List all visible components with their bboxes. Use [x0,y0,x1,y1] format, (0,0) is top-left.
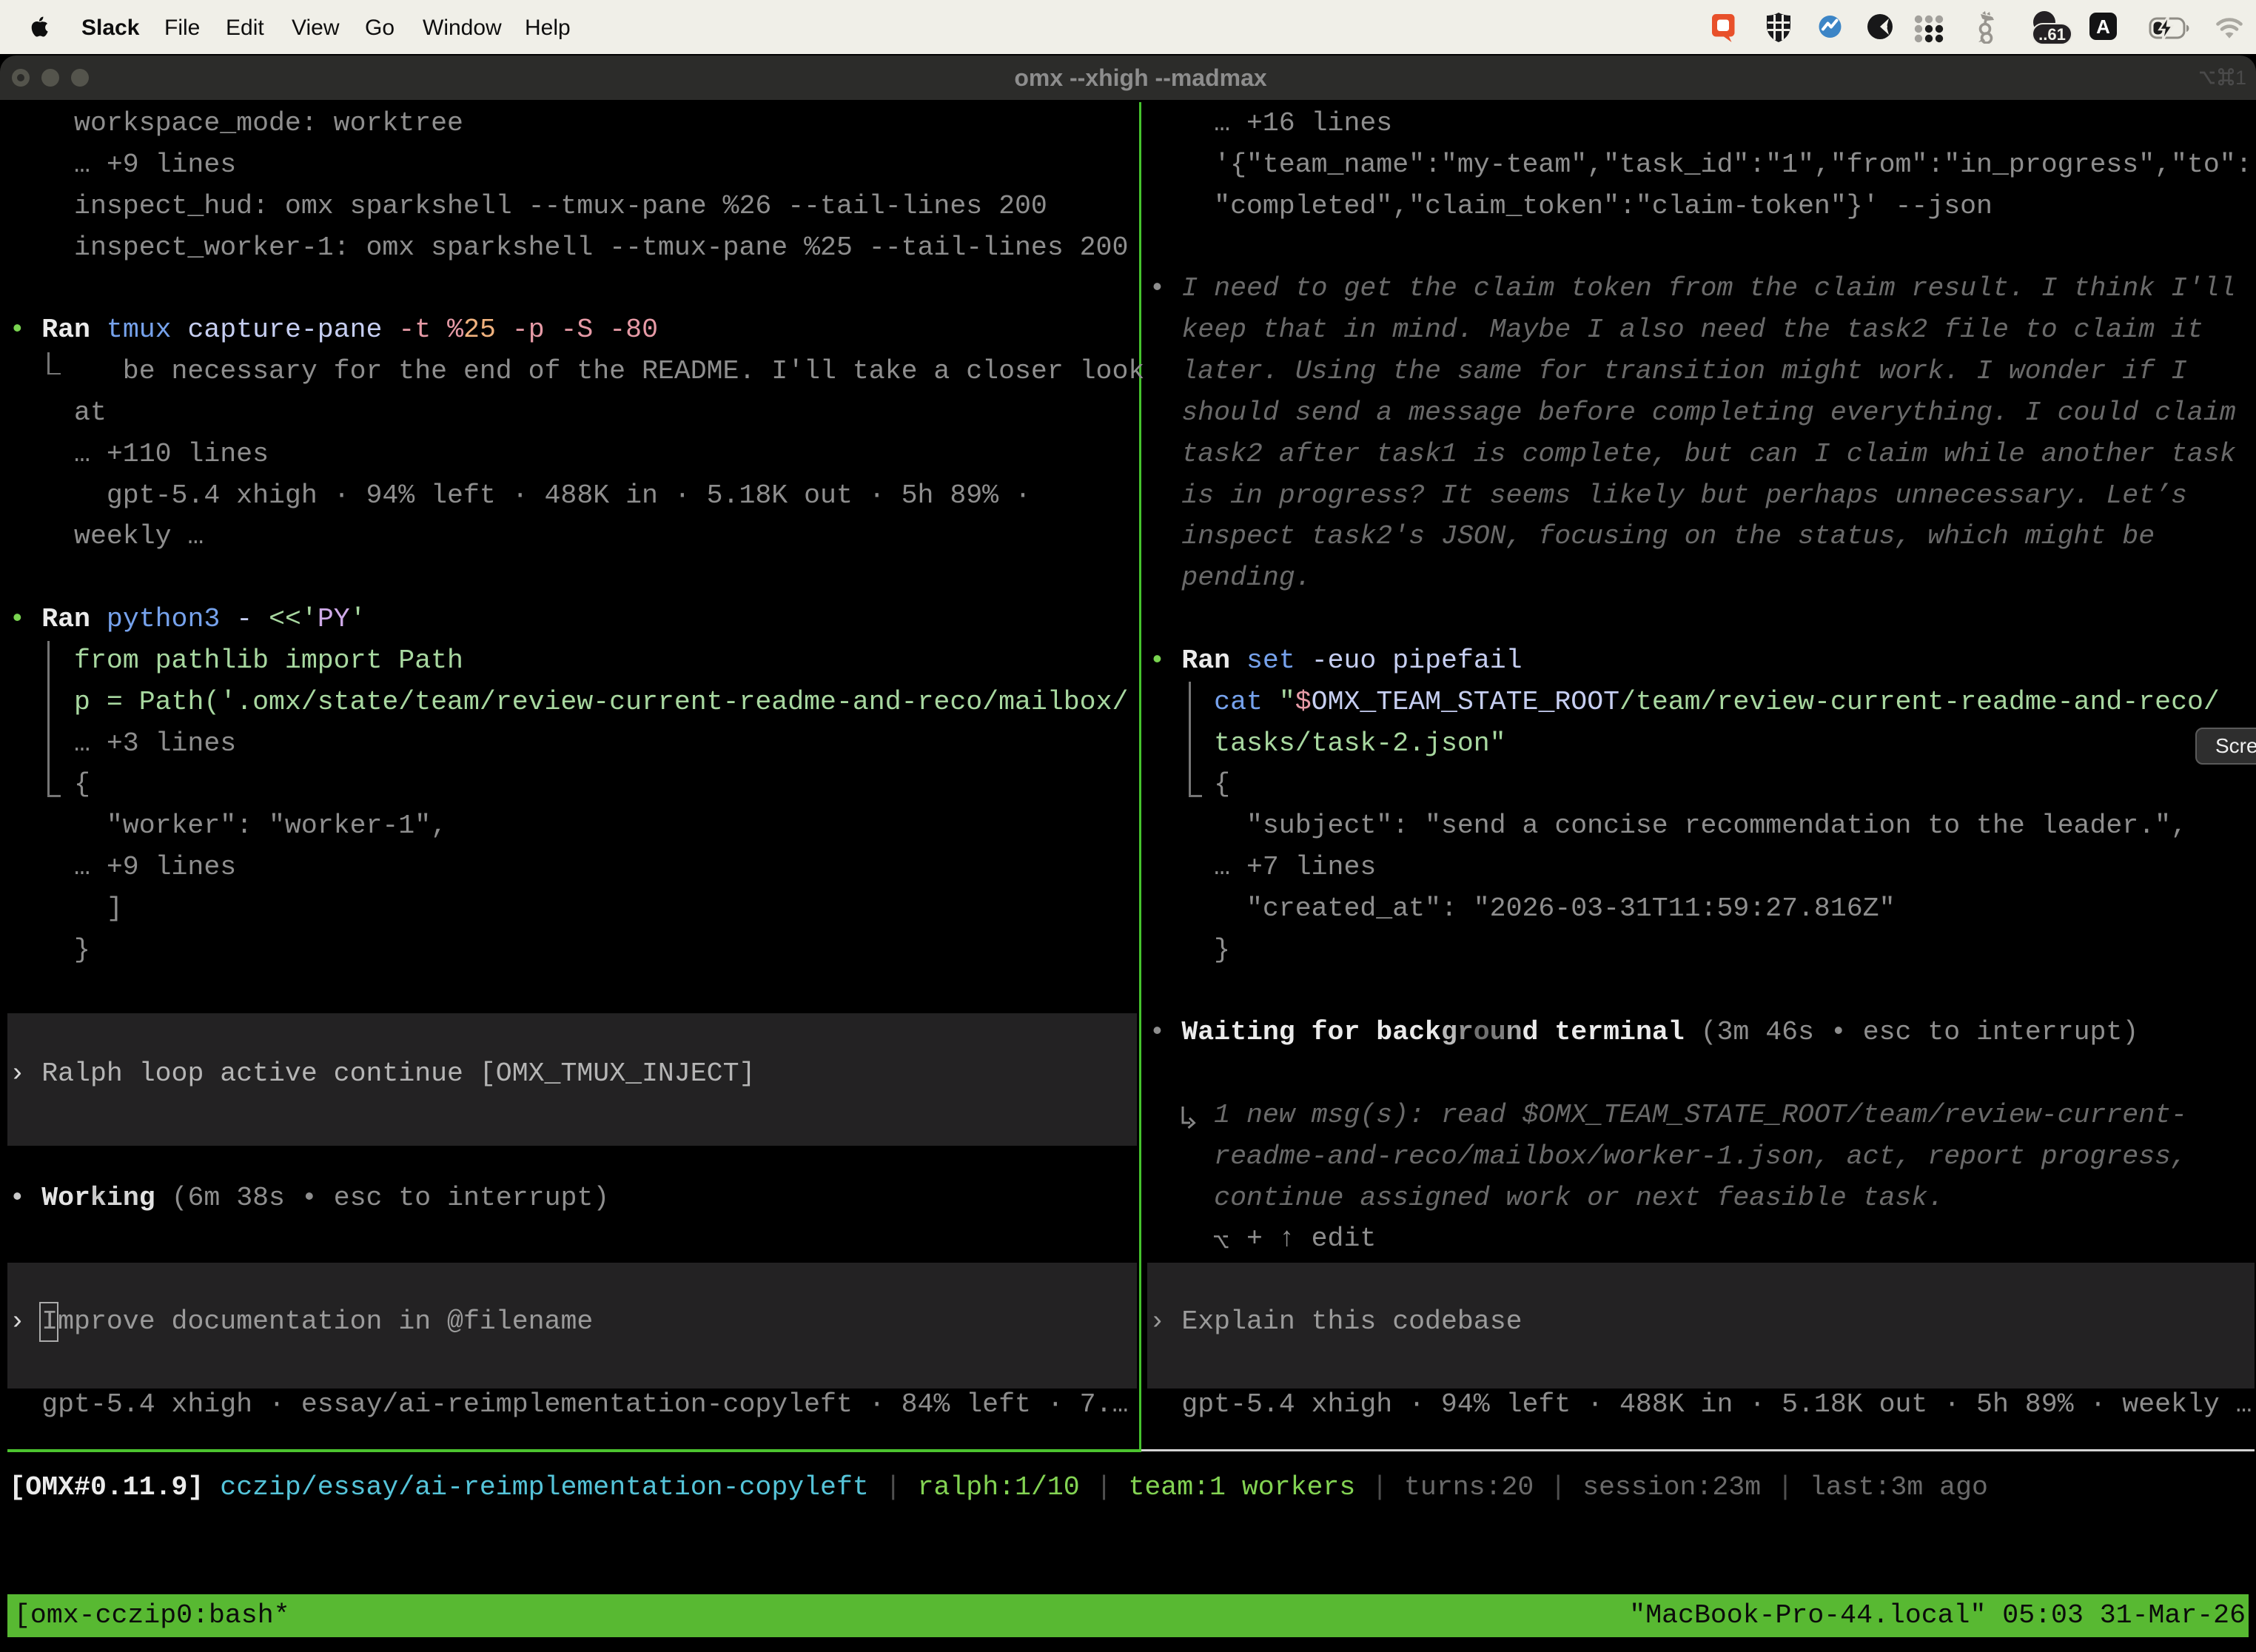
svg-text:..61: ..61 [2038,25,2066,44]
svg-text:A: A [2096,16,2110,38]
